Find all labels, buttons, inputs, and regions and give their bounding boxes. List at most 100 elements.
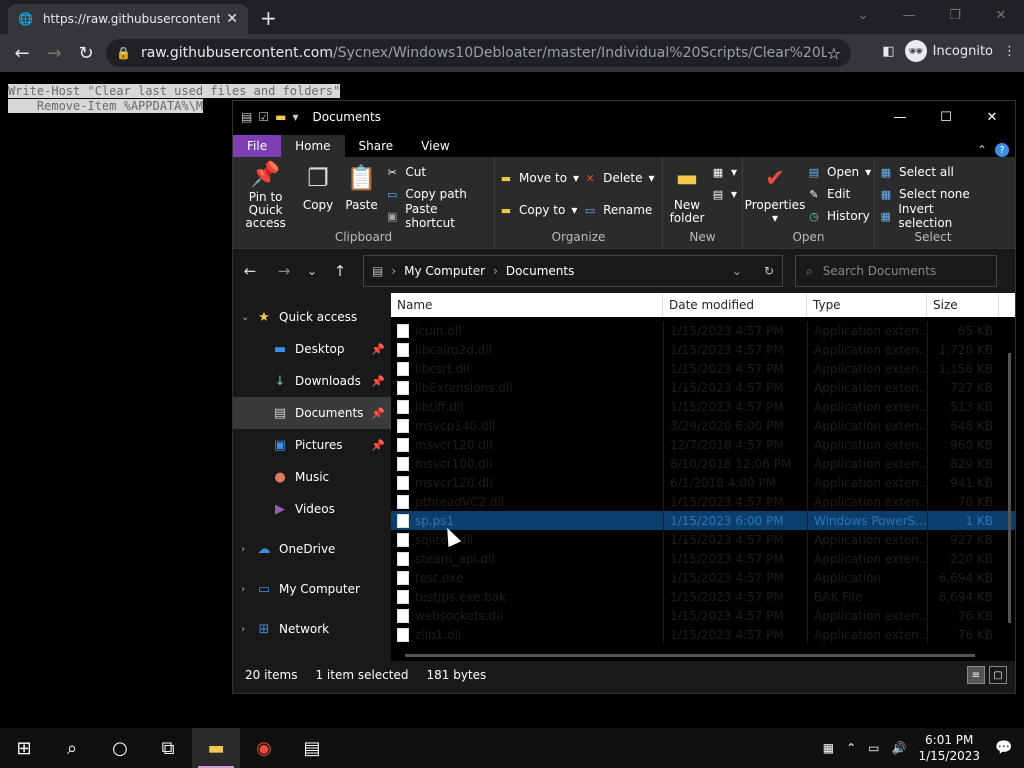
side-panel-icon[interactable]: ◧: [882, 44, 894, 59]
chevron-down-icon[interactable]: ⌄: [732, 264, 742, 278]
easy-access-button[interactable]: ▤ ▾: [711, 185, 737, 203]
nav-network[interactable]: › ⊞ Network: [233, 613, 391, 645]
properties-button[interactable]: ✔ Properties ▾: [745, 161, 806, 230]
search-icon[interactable]: ⌕: [48, 728, 96, 768]
table-row[interactable]: zlib1.dll 1/15/2023 4:57 PM Application ex…: [391, 625, 1015, 644]
horizontal-scrollbar[interactable]: [405, 654, 975, 657]
back-icon[interactable]: ←: [233, 254, 267, 288]
pin-icon[interactable]: 📌: [371, 375, 385, 388]
nav-music[interactable]: ● Music: [233, 461, 391, 493]
nav-onedrive[interactable]: › ☁ OneDrive: [233, 533, 391, 565]
new-tab-icon[interactable]: +: [260, 6, 277, 30]
table-row[interactable]: libExtensions.dll 1/15/2023 4:57 PM Applic…: [391, 378, 1015, 397]
notepad-taskbar-icon[interactable]: ▤: [288, 728, 336, 768]
clock[interactable]: 6:01 PM 1/15/2023: [918, 732, 980, 764]
table-row[interactable]: pthreadVC2.dll 1/15/2023 4:57 PM Applicati…: [391, 492, 1015, 511]
search-documents-input[interactable]: ⌕ Search Documents: [795, 255, 997, 287]
table-row[interactable]: libcsrt.dll 1/15/2023 4:57 PM Application …: [391, 359, 1015, 378]
rename-button[interactable]: ▭ Rename: [583, 201, 654, 219]
pin-quick-access-button[interactable]: 📌 Pin to Quick access: [237, 161, 294, 230]
large-icons-view-icon[interactable]: ▢: [989, 666, 1007, 684]
incognito-badge[interactable]: 🕶 Incognito: [904, 40, 993, 62]
table-row[interactable]: sqlite3.dll 1/15/2023 4:57 PM Application …: [391, 530, 1015, 549]
tab-search-icon[interactable]: ⌄: [840, 0, 886, 30]
tab-file[interactable]: File: [233, 135, 282, 157]
browser-tab[interactable]: 🌐 https://raw.githubusercontent.co ✕: [8, 4, 248, 34]
copy-to-button[interactable]: ▬ Copy to ▾: [499, 201, 579, 219]
copy-path-button[interactable]: ▭ Copy path: [385, 185, 490, 203]
table-row[interactable]: icuin.dll 1/15/2023 4:57 PM Application ex…: [391, 321, 1015, 340]
edit-button[interactable]: ✎ Edit: [807, 185, 871, 203]
tablet-mode-icon[interactable]: ▦: [823, 741, 834, 755]
column-size[interactable]: Size: [927, 293, 999, 317]
cortana-icon[interactable]: ○: [96, 728, 144, 768]
reload-icon[interactable]: ↻: [70, 37, 102, 69]
tab-close-icon[interactable]: ✕: [226, 11, 238, 27]
table-row[interactable]: libtiff.dll 1/15/2023 4:57 PM Application …: [391, 397, 1015, 416]
minimize-icon[interactable]: —: [886, 0, 932, 30]
chevron-right-icon[interactable]: ›: [241, 584, 255, 595]
back-icon[interactable]: ←: [6, 37, 38, 69]
maximize-icon[interactable]: ☐: [923, 101, 969, 133]
task-view-icon[interactable]: ⧉: [144, 728, 192, 768]
bookmark-star-icon[interactable]: ☆: [827, 44, 841, 63]
chevron-down-icon[interactable]: ⌄: [241, 312, 255, 323]
tab-home[interactable]: Home: [281, 135, 345, 157]
table-row[interactable]: msvcr120.dll 12/7/2018 4:57 PM Application…: [391, 435, 1015, 454]
details-view-icon[interactable]: ≡: [967, 666, 985, 684]
document-icon[interactable]: ▤: [241, 110, 252, 124]
chevron-down-icon[interactable]: ▾: [292, 110, 298, 124]
chevron-right-icon[interactable]: ›: [241, 624, 255, 635]
delete-button[interactable]: ✕ Delete ▾: [583, 169, 654, 187]
network-tray-icon[interactable]: ▭: [868, 741, 879, 755]
nav-downloads[interactable]: ↓ Downloads 📌: [233, 365, 391, 397]
invert-selection-button[interactable]: ▦ Invert selection: [879, 202, 987, 230]
chevron-right-icon[interactable]: ›: [391, 264, 396, 278]
table-row[interactable]: msvcr120.dll 6/1/2018 4:00 PM Application …: [391, 473, 1015, 492]
pin-icon[interactable]: 📌: [371, 343, 385, 356]
column-date-modified[interactable]: Date modified: [663, 293, 807, 317]
paste-button[interactable]: 📋 Paste: [342, 161, 382, 230]
table-row[interactable]: msvcr100.dll 8/10/2018 12:06 PM Applicatio…: [391, 454, 1015, 473]
address-bar[interactable]: 🔒 raw.githubusercontent.com/Sycnex/Windo…: [106, 39, 851, 67]
history-button[interactable]: ◷ History: [807, 207, 871, 225]
chevron-up-icon[interactable]: ⌃: [846, 741, 856, 755]
nav-desktop[interactable]: ▬ Desktop 📌: [233, 333, 391, 365]
breadcrumb-my-computer[interactable]: My Computer: [404, 264, 485, 278]
new-folder-button[interactable]: ▬ New folder: [667, 161, 707, 230]
notification-icon[interactable]: 💬: [992, 736, 1016, 760]
column-type[interactable]: Type: [807, 293, 927, 317]
nav-videos[interactable]: ▶ Videos: [233, 493, 391, 525]
help-icon[interactable]: ?: [995, 143, 1009, 157]
breadcrumb-documents[interactable]: Documents: [506, 264, 574, 278]
volume-icon[interactable]: 🔊: [892, 741, 907, 755]
recent-locations-icon[interactable]: ⌄: [301, 254, 323, 288]
properties-check-icon[interactable]: ☑: [258, 110, 269, 124]
close-icon[interactable]: ✕: [969, 101, 1015, 133]
windows-start-icon[interactable]: ⊞: [0, 728, 48, 768]
nav-quick-access[interactable]: ⌄ ★ Quick access: [233, 301, 391, 333]
restore-icon[interactable]: ❐: [932, 0, 978, 30]
move-to-button[interactable]: ▬ Move to ▾: [499, 169, 579, 187]
vertical-scrollbar[interactable]: [1008, 353, 1011, 623]
tab-view[interactable]: View: [407, 135, 463, 157]
minimize-icon[interactable]: —: [877, 101, 923, 133]
nav-pictures[interactable]: ▣ Pictures 📌: [233, 429, 391, 461]
chrome-taskbar-icon[interactable]: ◉: [240, 728, 288, 768]
file-explorer-taskbar-icon[interactable]: ▬: [192, 728, 240, 768]
cut-button[interactable]: ✂ Cut: [385, 163, 490, 181]
pin-icon[interactable]: 📌: [371, 407, 385, 420]
table-row[interactable]: test.exe 1/15/2023 4:57 PM Application 6,69…: [391, 568, 1015, 587]
open-button[interactable]: ▤ Open ▾: [807, 163, 871, 181]
nav-documents[interactable]: ▤ Documents 📌: [233, 397, 391, 429]
table-row[interactable]: msvcp140.dll 3/29/2020 6:00 PM Application…: [391, 416, 1015, 435]
folder-icon[interactable]: ▬: [275, 110, 286, 124]
menu-dots-icon[interactable]: ⋮: [1003, 44, 1016, 59]
tab-share[interactable]: Share: [345, 135, 408, 157]
forward-icon[interactable]: →: [38, 37, 70, 69]
explorer-address-bar[interactable]: ▤ › My Computer › Documents ⌄ ↻: [363, 255, 783, 287]
table-row[interactable]: libcairo2d.dll 1/15/2023 4:57 PM Applicati…: [391, 340, 1015, 359]
chevron-right-icon[interactable]: ›: [493, 264, 498, 278]
copy-button[interactable]: ❐ Copy: [298, 161, 338, 230]
table-row[interactable]: websockets.dll 1/15/2023 4:57 PM Applicati…: [391, 606, 1015, 625]
